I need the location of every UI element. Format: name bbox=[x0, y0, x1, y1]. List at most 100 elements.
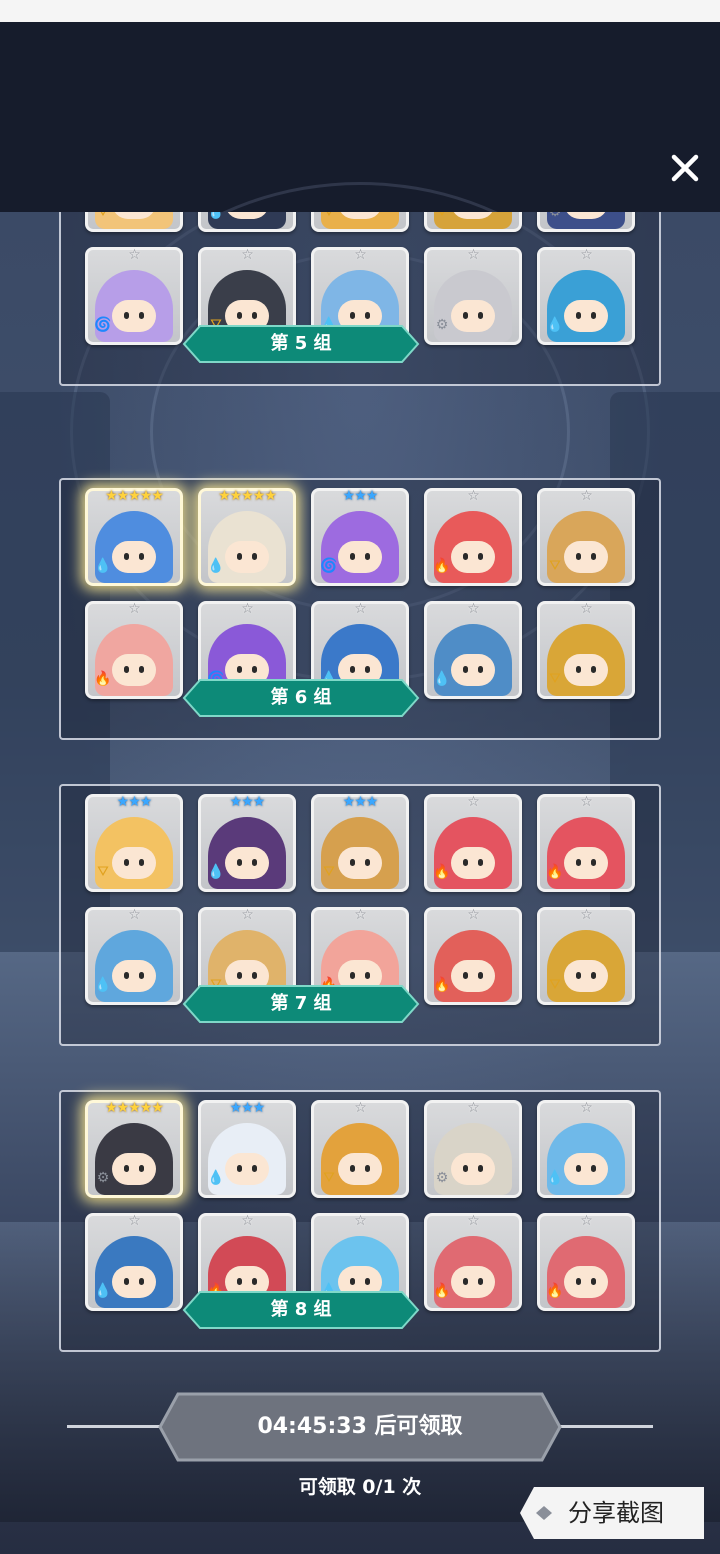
earth-element-icon: ⛛ bbox=[97, 212, 109, 220]
earth-element-icon: ⛛ bbox=[436, 212, 448, 220]
dark-element-icon: 🌀 bbox=[320, 558, 338, 574]
hero-card[interactable]: ☆⚙ bbox=[537, 212, 635, 232]
claim-timer-button[interactable]: 04:45:33 后可领取 bbox=[158, 1392, 562, 1462]
star-rank: ☆ bbox=[354, 907, 367, 923]
light-element-icon: ⚙ bbox=[435, 317, 449, 333]
star-rank: ☆ bbox=[580, 794, 593, 810]
hero-card[interactable]: ☆⛛ bbox=[537, 488, 635, 586]
hero-card[interactable]: ☆⚙ bbox=[424, 1100, 522, 1198]
hero-card[interactable]: ★★★ 💧 bbox=[198, 1100, 296, 1198]
hero-card[interactable]: ☆⛛ bbox=[311, 212, 409, 232]
star-rank: ☆ bbox=[580, 601, 593, 617]
hero-card[interactable]: ★★★ 💧 bbox=[198, 794, 296, 892]
share-screenshot-button[interactable]: 分享截图 bbox=[520, 1487, 704, 1539]
star-rank: ★★★★★ bbox=[218, 488, 277, 504]
star-rank: ☆ bbox=[467, 1100, 480, 1116]
water-element-icon: 💧 bbox=[546, 317, 564, 333]
group-label-banner: 第 7 组 bbox=[182, 984, 420, 1024]
star-rank: ☆ bbox=[580, 1213, 593, 1229]
hero-card[interactable]: ☆🔥 bbox=[424, 1213, 522, 1311]
earth-element-icon: ⛛ bbox=[323, 1170, 335, 1186]
groups-scroll-list[interactable]: ☆⛛☆💧☆⛛☆⛛☆⚙☆🌀☆⛛☆💧☆⚙☆💧第 5 组★★★★★💧★★★★★💧★★★… bbox=[0, 212, 720, 1365]
water-element-icon: 💧 bbox=[94, 977, 112, 993]
water-element-icon: 💧 bbox=[207, 864, 225, 880]
fire-element-icon: 🔥 bbox=[94, 671, 112, 687]
star-rank: ☆ bbox=[354, 1100, 367, 1116]
hero-card[interactable]: ☆🔥 bbox=[424, 794, 522, 892]
hero-card[interactable]: ☆⚙ bbox=[424, 247, 522, 345]
hero-card[interactable]: ★★★★★ ⚙ bbox=[85, 1100, 183, 1198]
water-element-icon: 💧 bbox=[94, 1283, 112, 1299]
hero-card[interactable]: ☆💧 bbox=[198, 212, 296, 232]
earth-element-icon: ⛛ bbox=[549, 558, 561, 574]
hero-card[interactable]: ★★★★★ 💧 bbox=[198, 488, 296, 586]
fire-element-icon: 🔥 bbox=[433, 864, 451, 880]
earth-element-icon: ⛛ bbox=[549, 977, 561, 993]
star-rank: ☆ bbox=[580, 1100, 593, 1116]
hero-card[interactable]: ★★★★★ 💧 bbox=[85, 488, 183, 586]
hero-card[interactable]: ☆🔥 bbox=[537, 1213, 635, 1311]
water-element-icon: 💧 bbox=[207, 212, 225, 220]
fire-element-icon: 🔥 bbox=[546, 864, 564, 880]
star-rank: ★★★★★ bbox=[105, 1100, 164, 1116]
water-element-icon: 💧 bbox=[207, 1170, 225, 1186]
star-rank: ★★★★★ bbox=[105, 488, 164, 504]
group-label-banner: 第 8 组 bbox=[182, 1290, 420, 1330]
hero-card[interactable]: ★★★ ⛛ bbox=[311, 794, 409, 892]
star-rank: ☆ bbox=[467, 907, 480, 923]
star-rank: ☆ bbox=[128, 907, 141, 923]
fire-element-icon: 🔥 bbox=[433, 1283, 451, 1299]
hero-card[interactable]: ☆⛛ bbox=[537, 601, 635, 699]
divider-right bbox=[557, 1425, 653, 1428]
earth-element-icon: ⛛ bbox=[549, 671, 561, 687]
hero-card[interactable]: ☆💧 bbox=[85, 1213, 183, 1311]
star-rank: ☆ bbox=[580, 907, 593, 923]
water-element-icon: 💧 bbox=[207, 558, 225, 574]
fire-element-icon: 🔥 bbox=[433, 558, 451, 574]
star-rank: ☆ bbox=[580, 247, 593, 263]
hero-card[interactable]: ★★★ ⛛ bbox=[85, 794, 183, 892]
status-strip bbox=[0, 0, 720, 22]
hero-card[interactable]: ☆💧 bbox=[537, 247, 635, 345]
hero-card[interactable]: ☆⛛ bbox=[424, 212, 522, 232]
star-rank: ☆ bbox=[241, 247, 254, 263]
star-rank: ★★★ bbox=[229, 794, 266, 810]
hero-card[interactable]: ☆🔥 bbox=[424, 488, 522, 586]
hero-card[interactable]: ★★★ 🌀 bbox=[311, 488, 409, 586]
water-element-icon: 💧 bbox=[546, 1170, 564, 1186]
light-element-icon: ⚙ bbox=[548, 212, 562, 220]
close-button[interactable] bbox=[662, 145, 708, 191]
star-rank: ☆ bbox=[467, 488, 480, 504]
star-rank: ☆ bbox=[128, 1213, 141, 1229]
star-rank: ★★★ bbox=[342, 488, 379, 504]
hero-card[interactable]: ☆💧 bbox=[85, 907, 183, 1005]
group-label-banner: 第 5 组 bbox=[182, 324, 420, 364]
light-element-icon: ⚙ bbox=[96, 1170, 110, 1186]
dark-element-icon: 🌀 bbox=[94, 317, 112, 333]
divider-left bbox=[67, 1425, 163, 1428]
hero-card[interactable]: ☆🌀 bbox=[85, 247, 183, 345]
star-rank: ☆ bbox=[241, 1213, 254, 1229]
hero-card[interactable]: ☆⛛ bbox=[85, 212, 183, 232]
star-rank: ☆ bbox=[467, 794, 480, 810]
star-rank: ☆ bbox=[354, 247, 367, 263]
hero-card[interactable]: ☆⛛ bbox=[537, 907, 635, 1005]
hero-card[interactable]: ☆⛛ bbox=[311, 1100, 409, 1198]
star-rank: ★★★ bbox=[229, 1100, 266, 1116]
star-rank: ☆ bbox=[241, 601, 254, 617]
water-element-icon: 💧 bbox=[433, 671, 451, 687]
star-rank: ☆ bbox=[354, 1213, 367, 1229]
share-label: 分享截图 bbox=[568, 1499, 664, 1527]
star-rank: ★★★ bbox=[342, 794, 379, 810]
hero-card[interactable]: ☆🔥 bbox=[85, 601, 183, 699]
star-rank: ☆ bbox=[128, 601, 141, 617]
light-element-icon: ⚙ bbox=[435, 1170, 449, 1186]
close-icon bbox=[671, 154, 699, 182]
hero-card[interactable]: ☆💧 bbox=[537, 1100, 635, 1198]
hero-card[interactable]: ☆🔥 bbox=[537, 794, 635, 892]
star-rank: ☆ bbox=[580, 488, 593, 504]
group-label-banner: 第 6 组 bbox=[182, 678, 420, 718]
group-label: 第 5 组 bbox=[270, 333, 332, 354]
hero-card[interactable]: ☆💧 bbox=[424, 601, 522, 699]
hero-card[interactable]: ☆🔥 bbox=[424, 907, 522, 1005]
